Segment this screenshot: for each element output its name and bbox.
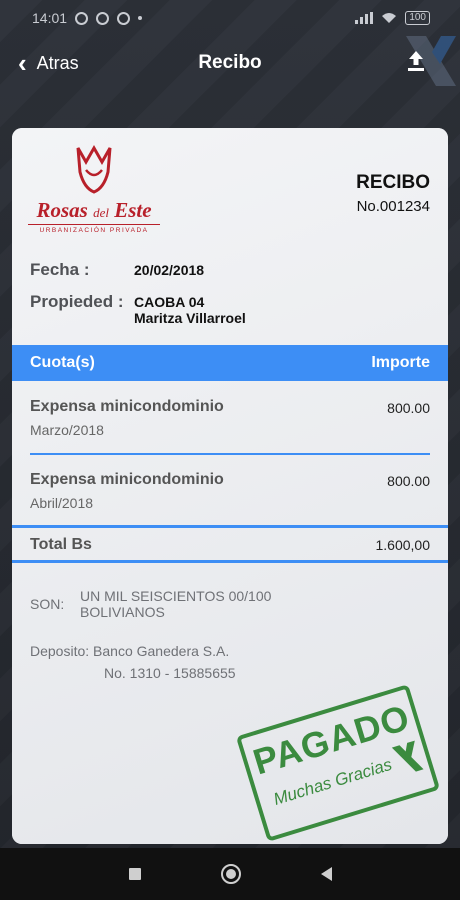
son-label: SON: [30,596,65,612]
app-bar: ‹ Atras Recibo [0,36,460,90]
receipt-number: No.001234 [356,198,430,215]
signal-icon [355,12,374,24]
battery-icon: 100 [405,11,430,25]
more-notifications-icon [138,16,143,20]
upload-icon[interactable] [406,50,426,72]
wifi-icon [382,13,397,23]
divider [12,560,448,563]
date-value: 20/02/2018 [134,262,205,278]
notification-icon [117,11,131,25]
recent-apps-button[interactable] [128,868,141,880]
total-label: Total Bs [30,536,92,553]
divider [30,453,430,455]
deposit-info: Deposito: Banco Ganedera S.A. No. 1310 -… [30,640,236,684]
amount-in-words: SON: UN MIL SEISCIENTOS 00/100 BOLIVIANO… [30,588,271,620]
receipt-header: RECIBO No.001234 [356,172,430,215]
rose-logo-icon [76,144,112,194]
divider [12,525,448,528]
item-name: Expensa minicondominio [30,471,224,488]
receipt-heading: RECIBO [356,172,430,193]
receipt-card: Rosas del Este URBANIZACIÓN PRIVADA RECI… [12,128,448,844]
system-back-button[interactable] [320,867,332,881]
table-row: Expensa minicondominio 800.00 Marzo/2018 [30,398,430,438]
son-line-1: UN MIL SEISCIENTOS 00/100 [80,588,272,604]
item-period: Abril/2018 [30,495,94,511]
item-name: Expensa minicondominio [30,398,224,415]
status-time: 14:01 [32,10,68,26]
item-period: Marzo/2018 [30,422,104,438]
home-button[interactable] [220,864,241,884]
owner-name: Maritza Villarroel [134,310,246,326]
system-nav-bar [0,848,460,900]
table-header: Cuota(s) Importe [12,345,448,381]
logo-subtitle: URBANIZACIÓN PRIVADA [28,224,160,234]
deposit-account: No. 1310 - 15885655 [104,665,236,681]
date-label: Fecha : [30,260,90,279]
company-logo: Rosas del Este URBANIZACIÓN PRIVADA [28,140,160,240]
back-label: Atras [36,52,79,73]
notification-icon [75,11,89,25]
column-amount: Importe [371,354,430,371]
item-amount: 800.00 [387,473,430,489]
back-button[interactable]: ‹ Atras [18,50,79,76]
item-amount: 800.00 [387,400,430,416]
deposit-bank: Deposito: Banco Ganedera S.A. [30,643,230,659]
status-bar: 14:01 100 [0,0,460,36]
telegram-icon [96,11,110,25]
total-row: Total Bs 1.600,00 [30,536,430,554]
table-row: Expensa minicondominio 800.00 Abril/2018 [30,471,430,511]
logo-brand: Rosas del Este [36,198,152,222]
property-value: CAOBA 04 [134,294,205,310]
chevron-left-icon: ‹ [18,48,27,78]
son-line-2: BOLIVIANOS [80,604,165,620]
receipt-info: Fecha : 20/02/2018 Propieded : CAOBA 04 … [30,260,246,338]
property-label: Propieded : [30,292,124,311]
column-fee: Cuota(s) [30,354,95,371]
total-value: 1.600,00 [375,537,431,553]
